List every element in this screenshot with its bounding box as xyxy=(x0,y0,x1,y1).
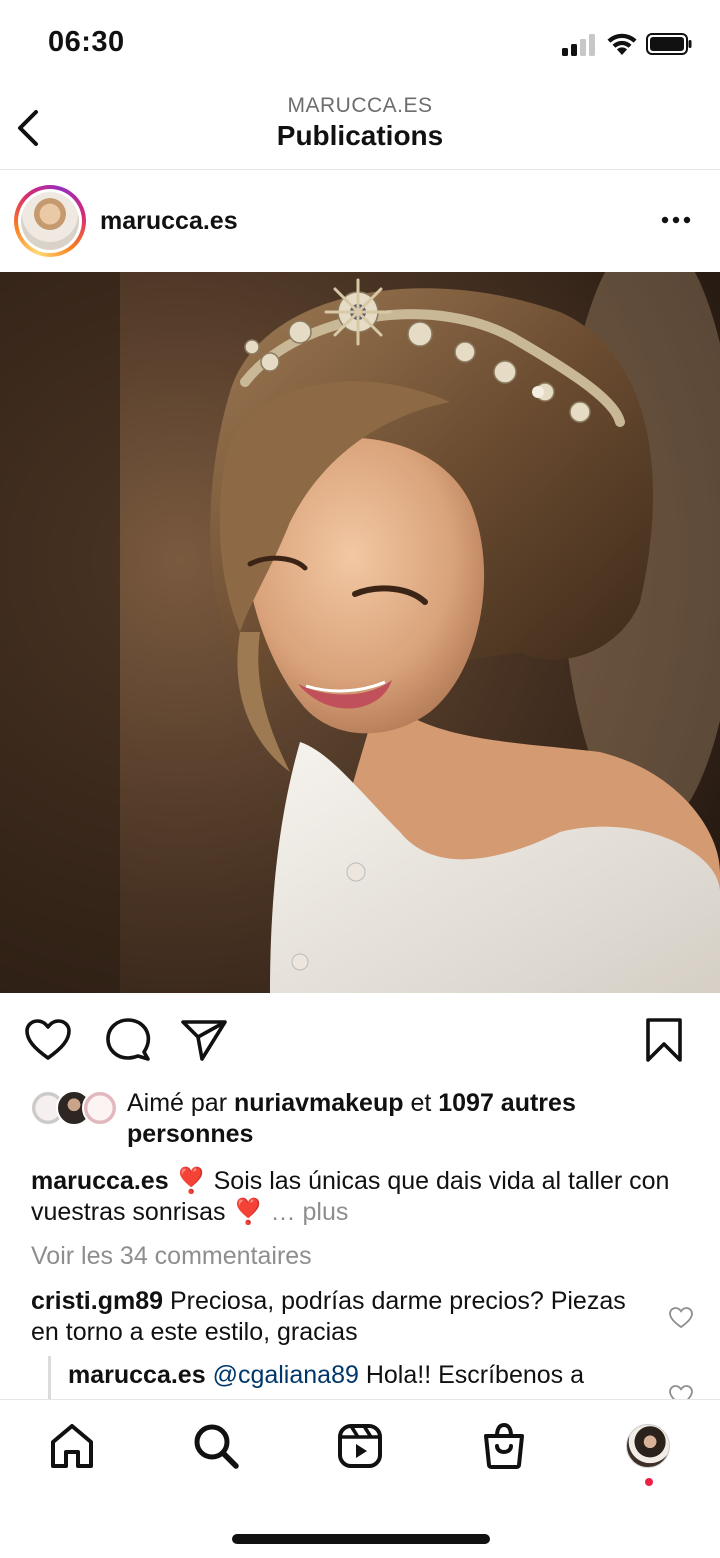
status-bar: 06:30 xyxy=(0,0,720,88)
header-account: MARUCCA.ES xyxy=(287,94,433,117)
caption-more-link[interactable]: plus xyxy=(303,1198,349,1226)
comment-item: cristi.gm89 Preciosa, podrías darme prec… xyxy=(31,1286,631,1348)
liker-avatars xyxy=(30,1090,120,1130)
comment-like-heart-icon[interactable] xyxy=(668,1306,694,1330)
page-title: Publications xyxy=(276,120,444,151)
liker-username[interactable]: nuriavmakeup xyxy=(234,1089,404,1117)
post-header: marucca.es xyxy=(0,171,720,272)
reply-thread-line xyxy=(48,1356,51,1400)
comment-icon[interactable] xyxy=(104,1018,152,1062)
search-icon[interactable] xyxy=(192,1422,240,1470)
status-time: 06:30 xyxy=(48,26,125,58)
nav-header: MARUCCA.ES Publications xyxy=(0,88,720,170)
shop-icon[interactable] xyxy=(480,1422,528,1470)
reply-mention[interactable]: @cgaliana89 xyxy=(213,1361,359,1389)
bookmark-icon[interactable] xyxy=(640,1018,688,1062)
notification-dot xyxy=(645,1478,653,1486)
reply-username[interactable]: marucca.es xyxy=(68,1361,206,1389)
bottom-tab-bar xyxy=(0,1399,720,1558)
post-image[interactable] xyxy=(0,272,720,993)
post-caption: marucca.es ❣️ Sois las únicas que dais v… xyxy=(31,1167,670,1226)
post-username[interactable]: marucca.es xyxy=(100,207,238,236)
post-avatar[interactable] xyxy=(14,185,86,257)
more-horizontal-icon[interactable] xyxy=(660,213,692,227)
reply-item: marucca.es @cgaliana89 Hola!! Escríbenos… xyxy=(68,1360,658,1391)
post-actions xyxy=(0,1008,720,1072)
bride-portrait-image xyxy=(0,272,720,993)
reply-thread: marucca.es @cgaliana89 Hola!! Escríbenos… xyxy=(0,1356,720,1400)
reply-text: Hola!! Escríbenos a xyxy=(358,1361,585,1389)
home-icon[interactable] xyxy=(48,1422,96,1470)
reply-like-heart-icon[interactable] xyxy=(668,1384,694,1400)
view-comments-link[interactable]: Voir les 34 commentaires xyxy=(31,1242,312,1271)
home-indicator xyxy=(232,1534,490,1544)
profile-avatar[interactable] xyxy=(626,1424,670,1468)
cellular-signal-icon xyxy=(562,34,595,56)
send-icon[interactable] xyxy=(180,1018,228,1062)
caption-username[interactable]: marucca.es xyxy=(31,1167,169,1195)
reels-icon[interactable] xyxy=(336,1422,384,1470)
comment-username[interactable]: cristi.gm89 xyxy=(31,1287,163,1315)
battery-icon xyxy=(646,33,692,55)
heart-icon[interactable] xyxy=(24,1018,72,1062)
wifi-icon xyxy=(607,33,637,55)
likes-text: Aimé par nuriavmakeup et 1097 autres per… xyxy=(127,1089,576,1148)
